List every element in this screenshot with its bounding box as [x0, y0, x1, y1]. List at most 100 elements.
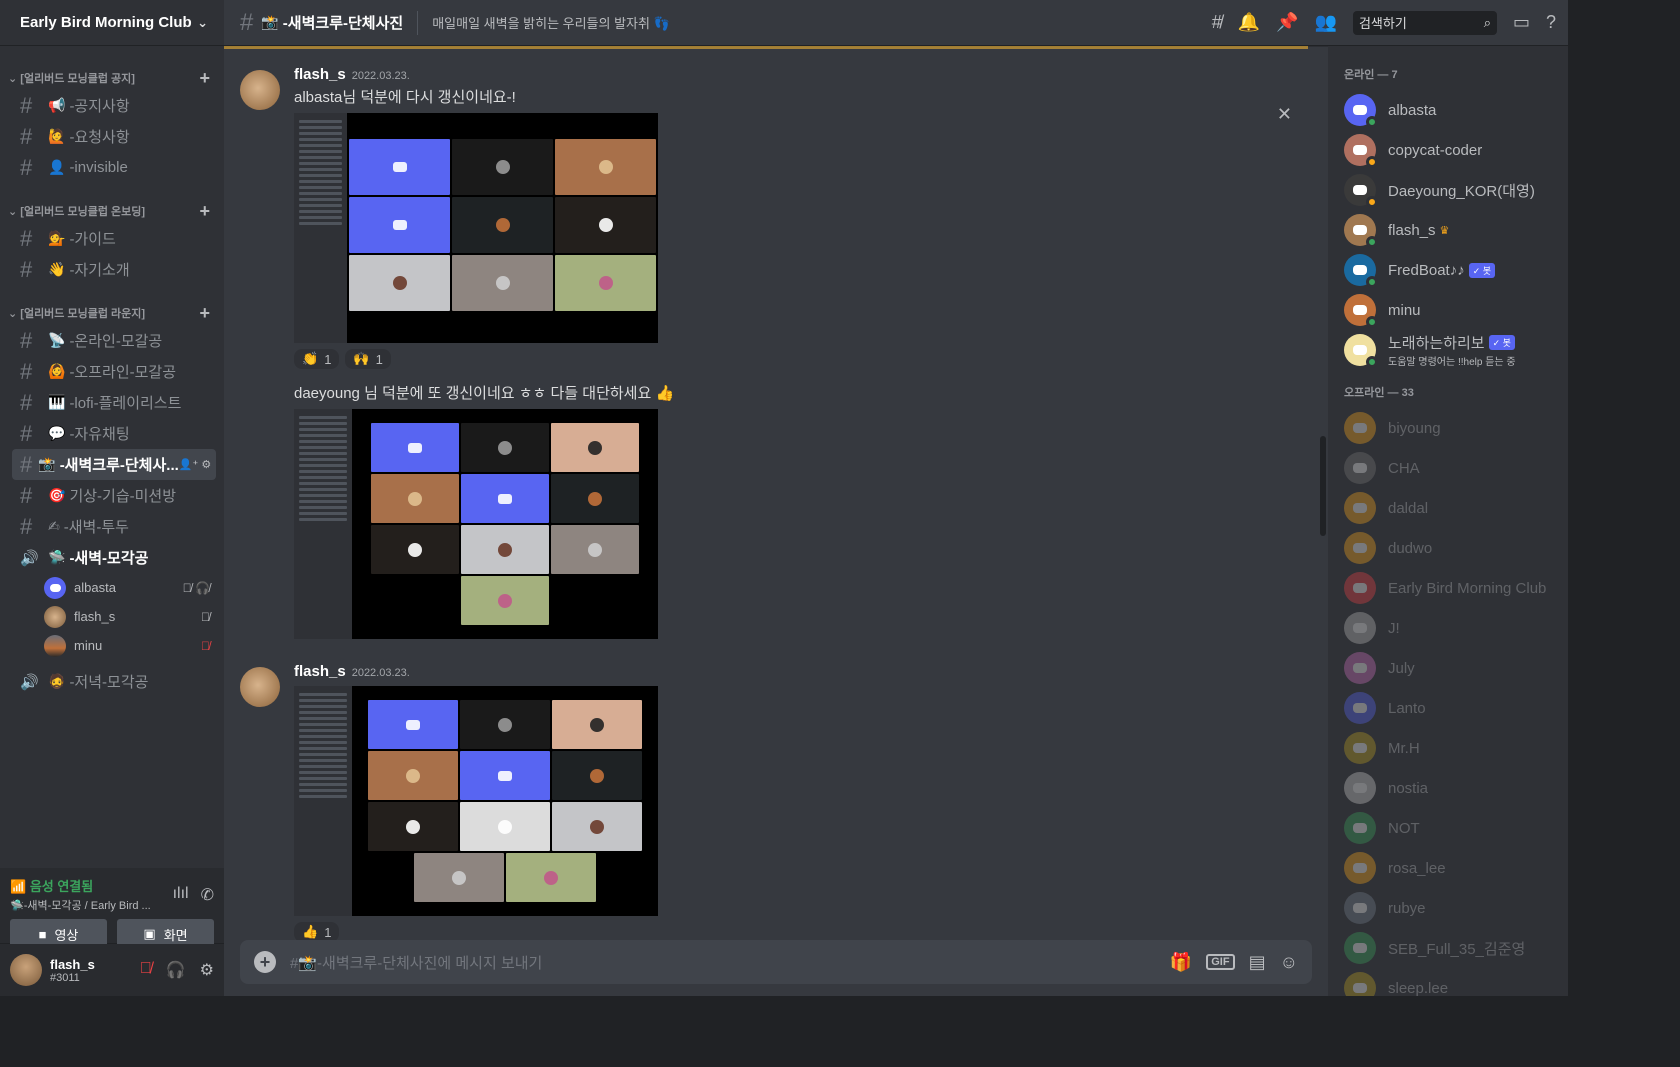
- channel-item-offline[interactable]: # 🙆 -오프라인-모갈공: [12, 356, 216, 387]
- noise-suppression-icon[interactable]: ılıl: [173, 885, 189, 905]
- bot-badge: ✓ 봇: [1488, 335, 1515, 350]
- voice-connection-panel: 📶 음성 연결됨 🛸-새벽-모각공 / Early Bird ... ılıl …: [0, 868, 224, 949]
- avatar: [1344, 572, 1376, 604]
- close-icon[interactable]: ✕: [1277, 104, 1292, 125]
- attachment-image[interactable]: [294, 409, 658, 639]
- member-item[interactable]: copycat-coder: [1344, 130, 1560, 170]
- member-item[interactable]: flash_s ♛: [1344, 210, 1560, 250]
- avatar[interactable]: [240, 667, 280, 707]
- add-channel-icon[interactable]: +: [199, 69, 210, 87]
- member-name: dudwo: [1388, 539, 1433, 557]
- disconnect-icon[interactable]: ✆: [201, 885, 214, 905]
- member-item[interactable]: sleep.lee: [1344, 968, 1560, 996]
- hash-icon: #: [20, 92, 33, 118]
- video-tile: [551, 474, 639, 523]
- reaction-clap[interactable]: 👏 1: [294, 349, 340, 369]
- channel-item-online[interactable]: # 📡 -온라인-모갈공: [12, 325, 216, 356]
- headphones-icon[interactable]: 🎧: [166, 960, 186, 980]
- server-header[interactable]: Early Bird Morning Club ⌄: [0, 0, 224, 46]
- upload-plus-icon[interactable]: +: [254, 951, 276, 973]
- attachment-image[interactable]: [294, 686, 658, 916]
- gif-button[interactable]: GIF: [1206, 954, 1235, 970]
- voice-user-albasta[interactable]: albasta 🎙̸ 🎧̸: [44, 573, 210, 602]
- member-item[interactable]: Early Bird Morning Club: [1344, 568, 1560, 608]
- voice-channel-evening[interactable]: 🔊 🧔 -저녁-모각공: [12, 666, 216, 697]
- attachment-image[interactable]: [294, 113, 658, 343]
- member-name: minu: [1388, 301, 1421, 319]
- channel-item-request[interactable]: # 🙋 -요청사항: [12, 121, 216, 152]
- voice-channel-dawn[interactable]: 🔊 🛸 -새벽-모각공: [12, 542, 216, 573]
- member-item[interactable]: rubye: [1344, 888, 1560, 928]
- voice-channel-name[interactable]: 🛸-새벽-모각공 / Early Bird ...: [10, 897, 151, 913]
- threads-icon[interactable]: #̸: [1212, 12, 1222, 33]
- channel-item-mission[interactable]: # 🎯 기상-기습-미션방: [12, 480, 216, 511]
- gift-icon[interactable]: 🎁: [1170, 952, 1192, 973]
- mute-icon[interactable]: 🎙̸: [140, 960, 152, 980]
- chevron-down-icon[interactable]: ⌄: [197, 15, 208, 31]
- sticker-icon[interactable]: ▤: [1249, 952, 1266, 973]
- voice-user-flash-s[interactable]: flash_s 🎙̸: [44, 602, 210, 631]
- member-item[interactable]: dudwo: [1344, 528, 1560, 568]
- member-text: albasta: [1388, 102, 1436, 119]
- empty-slot: [371, 576, 459, 625]
- channel-item-free-chat[interactable]: # 💬 -자유채팅: [12, 418, 216, 449]
- channel-item-guide[interactable]: # 💁 -가이드: [12, 223, 216, 254]
- emoji-icon[interactable]: ☺: [1280, 952, 1298, 973]
- category-onboarding[interactable]: ⌄ [얼리버드 모닝클럽 온보딩] +: [0, 197, 224, 223]
- scrollbar[interactable]: [1320, 436, 1326, 536]
- voice-user-minu[interactable]: minu 🎙̸: [44, 631, 210, 660]
- member-item[interactable]: daldal: [1344, 488, 1560, 528]
- member-item[interactable]: Daeyoung_KOR(대영): [1344, 170, 1560, 210]
- channel-topic[interactable]: 매일매일 새벽을 밝히는 우리들의 발자취 👣: [432, 13, 670, 32]
- member-text: Daeyoung_KOR(대영): [1388, 180, 1535, 201]
- invite-and-settings-icons[interactable]: 👤⁺ ⚙: [179, 458, 211, 471]
- member-item[interactable]: nostia: [1344, 768, 1560, 808]
- message-author[interactable]: flash_s: [294, 66, 346, 83]
- channel-item-todo[interactable]: # ✍ -새벽-투두: [12, 511, 216, 542]
- channel-item-notice[interactable]: # 📢 -공지사항: [12, 90, 216, 121]
- help-icon[interactable]: ?: [1546, 12, 1556, 33]
- server-muted-icon: 🎙̸: [201, 638, 210, 653]
- member-text: minu: [1388, 302, 1421, 319]
- category-lounge[interactable]: ⌄ [얼리버드 모닝클럽 라운지] +: [0, 299, 224, 325]
- avatar[interactable]: [10, 954, 42, 986]
- member-item[interactable]: NOT: [1344, 808, 1560, 848]
- channel-item-group-photo[interactable]: # 📸 -새벽크루-단체사... 👤⁺ ⚙: [12, 449, 216, 480]
- add-channel-icon[interactable]: +: [199, 304, 210, 322]
- avatar[interactable]: [240, 70, 280, 110]
- member-item[interactable]: FredBoat♪♪ ✓ 봇: [1344, 250, 1560, 290]
- member-item[interactable]: biyoung: [1344, 408, 1560, 448]
- inbox-icon[interactable]: ▭: [1513, 12, 1530, 33]
- member-item[interactable]: July: [1344, 648, 1560, 688]
- member-item[interactable]: SEB_Full_35_김준영: [1344, 928, 1560, 968]
- pin-icon[interactable]: 📌: [1276, 12, 1298, 33]
- gear-icon[interactable]: ⚙: [200, 960, 214, 980]
- voice-status[interactable]: 📶 음성 연결됨: [10, 876, 151, 895]
- member-item[interactable]: minu: [1344, 290, 1560, 330]
- category-notice[interactable]: ⌄ [얼리버드 모닝클럽 공지] +: [0, 64, 224, 90]
- add-channel-icon[interactable]: +: [199, 202, 210, 220]
- channel-item-lofi[interactable]: # 🎹 -lofi-플레이리스트: [12, 387, 216, 418]
- member-item[interactable]: Lanto: [1344, 688, 1560, 728]
- member-item[interactable]: albasta: [1344, 90, 1560, 130]
- message-input[interactable]: #📸-새벽크루-단체사진에 메시지 보내기: [290, 952, 542, 973]
- bell-icon[interactable]: 🔔: [1238, 12, 1260, 33]
- reaction-raised-hands[interactable]: 🙌 1: [345, 349, 391, 369]
- member-item[interactable]: rosa_lee: [1344, 848, 1560, 888]
- member-text: SEB_Full_35_김준영: [1388, 938, 1525, 959]
- message-composer[interactable]: + #📸-새벽크루-단체사진에 메시지 보내기 🎁 GIF ▤ ☺: [240, 940, 1312, 984]
- members-icon[interactable]: 👥: [1315, 12, 1337, 33]
- message-author[interactable]: flash_s: [294, 663, 346, 680]
- avatar: [1344, 612, 1376, 644]
- member-item[interactable]: CHA: [1344, 448, 1560, 488]
- member-item[interactable]: 노래하는하리보 ✓ 봇 도움말 명령어는 !!help 듣는 중: [1344, 330, 1560, 370]
- member-item[interactable]: J!: [1344, 608, 1560, 648]
- reaction-thumbs-up[interactable]: 👍 1: [294, 922, 340, 940]
- discord-logo-icon: [1353, 503, 1367, 513]
- channel-item-intro[interactable]: # 👋 -자기소개: [12, 254, 216, 285]
- search-input[interactable]: 검색하기 ⌕: [1352, 10, 1497, 35]
- hash-icon: #: [20, 451, 33, 477]
- member-item[interactable]: Mr.H: [1344, 728, 1560, 768]
- channel-item-invisible[interactable]: # 👤 -invisible: [12, 152, 216, 183]
- video-tile: [461, 525, 549, 574]
